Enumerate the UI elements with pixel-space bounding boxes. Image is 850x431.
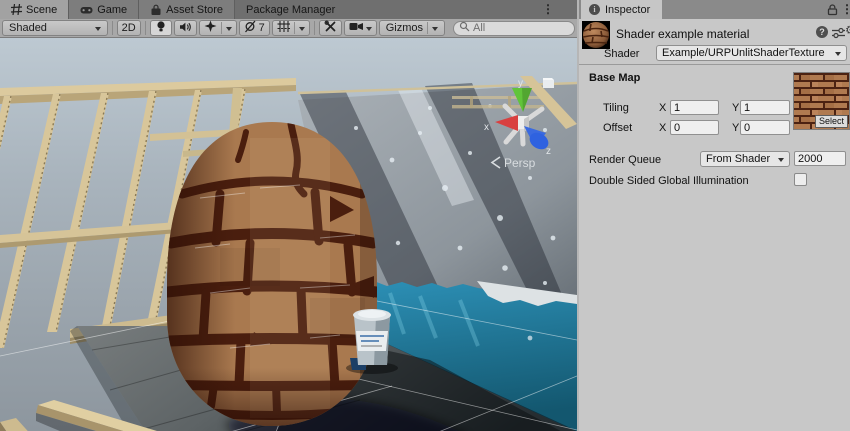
axis-x-label: x bbox=[484, 122, 489, 133]
scene-grid-icon bbox=[11, 4, 22, 15]
tab-game[interactable]: Game bbox=[69, 0, 139, 19]
material-preview-sphere[interactable] bbox=[582, 21, 610, 49]
unity-editor-window: Scene Game Asset Store Package Manager ⋮ bbox=[0, 0, 850, 431]
base-map-texture-thumbnail[interactable]: Select bbox=[793, 72, 850, 130]
button-split bbox=[221, 22, 222, 34]
shader-label: Shader bbox=[604, 48, 639, 60]
dsgi-label: Double Sided Global Illumination bbox=[589, 175, 749, 187]
hidden-count-label: 7 bbox=[259, 22, 265, 34]
effects-star-icon bbox=[204, 20, 217, 36]
chevron-down-icon bbox=[432, 27, 438, 34]
button-split bbox=[427, 22, 428, 34]
tab-scene-label: Scene bbox=[26, 4, 57, 16]
material-title: Shader example material bbox=[616, 27, 749, 41]
tab-scene[interactable]: Scene bbox=[0, 0, 69, 19]
preset-icon[interactable] bbox=[832, 27, 845, 42]
eye-slash-icon bbox=[244, 20, 257, 36]
tab-inspector-label: Inspector bbox=[605, 4, 650, 16]
small-white-box bbox=[543, 80, 554, 88]
search-input[interactable] bbox=[473, 22, 569, 34]
offset-x-input[interactable] bbox=[670, 120, 719, 135]
scene-pane-menu-icon[interactable]: ⋮ bbox=[542, 1, 554, 18]
scene-pane: Scene Game Asset Store Package Manager ⋮ bbox=[0, 0, 577, 431]
chevron-down-icon bbox=[95, 27, 101, 34]
brick-capsule-object[interactable] bbox=[167, 122, 377, 426]
offset-x-label: X bbox=[659, 122, 666, 134]
gizmos-dropdown[interactable]: Gizmos bbox=[379, 20, 445, 36]
gizmos-label: Gizmos bbox=[386, 22, 423, 34]
tab-asset-store[interactable]: Asset Store bbox=[139, 0, 235, 19]
draw-mode-dropdown[interactable]: Shaded bbox=[2, 20, 108, 36]
chevron-down-icon bbox=[778, 158, 784, 165]
scene-lighting-button[interactable] bbox=[150, 20, 172, 36]
tiling-y-input[interactable] bbox=[740, 100, 790, 115]
render-queue-dropdown[interactable]: From Shader bbox=[700, 151, 790, 167]
persp-label: Persp bbox=[504, 156, 536, 170]
button-split bbox=[294, 22, 295, 34]
tab-inspector[interactable]: i Inspector bbox=[581, 0, 662, 19]
render-queue-mode: From Shader bbox=[706, 153, 774, 165]
tiling-x-label: X bbox=[659, 102, 666, 114]
chevron-down-icon bbox=[835, 52, 841, 59]
speaker-icon bbox=[179, 21, 192, 36]
render-queue-input[interactable] bbox=[794, 151, 846, 166]
lock-icon[interactable] bbox=[826, 3, 838, 19]
scene-visibility-button[interactable]: 7 bbox=[239, 20, 270, 36]
chevron-down-icon bbox=[226, 27, 232, 34]
shader-dropdown[interactable]: Example/URPUnlitShaderTexture bbox=[656, 45, 847, 61]
crossed-tools-icon bbox=[324, 20, 337, 36]
tab-game-label: Game bbox=[97, 4, 127, 16]
scene-toolbar: Shaded 2D bbox=[0, 19, 577, 38]
tab-asset-store-label: Asset Store bbox=[166, 4, 223, 16]
scene-camera-dropdown[interactable] bbox=[344, 20, 377, 36]
info-icon: i bbox=[589, 4, 600, 15]
shader-value: Example/URPUnlitShaderTexture bbox=[662, 47, 831, 59]
offset-y-input[interactable] bbox=[740, 120, 790, 135]
scene-audio-button[interactable] bbox=[174, 20, 197, 36]
chevron-down-icon bbox=[366, 27, 372, 34]
offset-y-label: Y bbox=[732, 122, 739, 134]
scene-search-field[interactable] bbox=[453, 21, 575, 36]
toolbar-separator bbox=[314, 21, 315, 35]
offset-label: Offset bbox=[603, 122, 632, 134]
tab-package-manager[interactable]: Package Manager bbox=[235, 0, 346, 19]
scene-pane-tabbar: Scene Game Asset Store Package Manager ⋮ bbox=[0, 0, 577, 19]
texture-select-button[interactable]: Select bbox=[815, 115, 848, 128]
axis-z-label: z bbox=[546, 146, 551, 157]
inspector-tabbar: i Inspector ⋮ bbox=[579, 0, 850, 19]
tiling-label: Tiling bbox=[603, 102, 629, 114]
tab-package-manager-label: Package Manager bbox=[246, 4, 335, 16]
search-icon bbox=[459, 21, 470, 35]
tiling-x-input[interactable] bbox=[670, 100, 719, 115]
chevron-down-icon bbox=[299, 27, 305, 34]
scene-grid-dropdown[interactable] bbox=[272, 20, 310, 36]
tiling-y-label: Y bbox=[732, 102, 739, 114]
gear-icon[interactable]: ⚙ bbox=[845, 23, 850, 37]
axis-y-label: y bbox=[518, 78, 523, 89]
toolbar-separator bbox=[145, 21, 146, 35]
dsgi-checkbox[interactable] bbox=[794, 173, 807, 186]
inspector-menu-icon[interactable]: ⋮ bbox=[841, 1, 850, 18]
help-icon[interactable]: ? bbox=[816, 26, 828, 38]
inspector-body: Shader example material ? ⚙ Shader Examp… bbox=[579, 19, 850, 431]
toolbar-separator bbox=[112, 21, 113, 35]
camera-icon bbox=[349, 21, 364, 35]
lightbulb-icon bbox=[155, 20, 167, 36]
bag-icon bbox=[150, 4, 162, 16]
separator bbox=[579, 64, 850, 65]
editor-tools-button[interactable] bbox=[319, 20, 342, 36]
inspector-pane: i Inspector ⋮ bbox=[577, 0, 850, 431]
scene-viewport[interactable]: y x z Persp bbox=[0, 38, 577, 431]
2d-toggle-button[interactable]: 2D bbox=[117, 20, 141, 36]
2d-label: 2D bbox=[122, 22, 136, 34]
grid-icon bbox=[277, 20, 290, 36]
scene-effects-dropdown[interactable] bbox=[199, 20, 237, 36]
base-map-section-label: Base Map bbox=[589, 72, 640, 84]
gamepad-icon bbox=[80, 5, 93, 15]
render-queue-label: Render Queue bbox=[589, 154, 661, 166]
draw-mode-label: Shaded bbox=[9, 22, 47, 34]
